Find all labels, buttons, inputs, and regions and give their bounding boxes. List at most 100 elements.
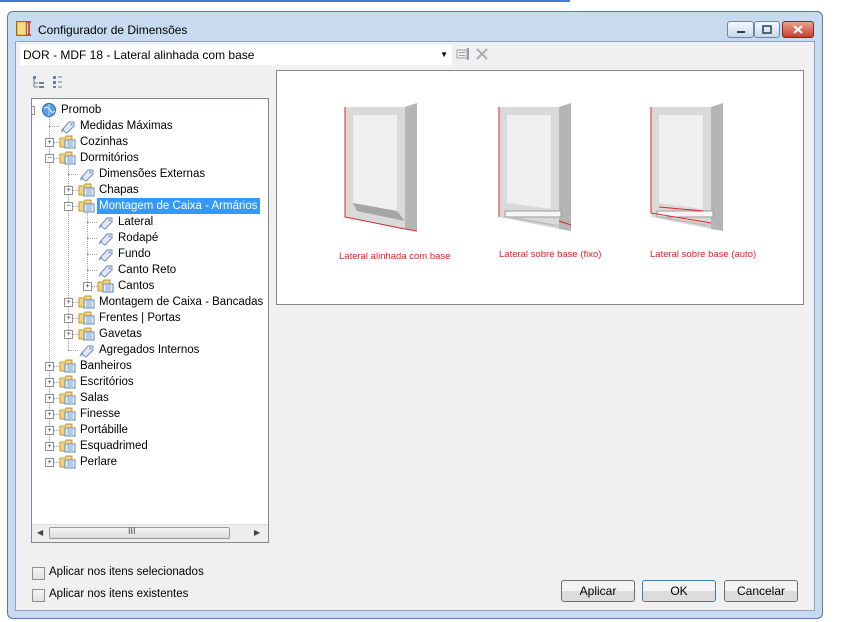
cabinet-image-aligned: [344, 103, 418, 232]
tree-connector: [87, 254, 97, 255]
scroll-left-icon[interactable]: ◀: [37, 528, 43, 537]
maximize-icon: [762, 25, 772, 34]
tree-item-dormitorios[interactable]: − Dormitórios: [32, 150, 268, 166]
tree-item-label: Esquadrimed: [80, 440, 148, 452]
tree-item-label: Fundo: [118, 248, 151, 260]
tree-item-montagem-de-caixa-bancadas[interactable]: + Montagem de Caixa - Bancadas: [32, 294, 268, 310]
tree-item-perlare[interactable]: + Perlare: [32, 454, 268, 470]
title-bar[interactable]: Configurador de Dimensões: [8, 12, 822, 42]
tree-item-esquadrimed[interactable]: + Esquadrimed: [32, 438, 268, 454]
category-tree[interactable]: ◀ III ▶ − Promob Medidas Máximas + Cozinhas −…: [31, 98, 269, 543]
chevron-down-icon[interactable]: ▼: [440, 50, 448, 59]
tree-item-medidas-maximas[interactable]: Medidas Máximas: [32, 118, 268, 134]
tree-connector: [87, 222, 97, 223]
tree-item-label: Portábille: [80, 424, 128, 436]
tree-item-fundo[interactable]: Fundo: [32, 246, 268, 262]
tree-item-promob[interactable]: − Promob: [32, 102, 268, 118]
tree-item-chapas[interactable]: + Chapas: [32, 182, 268, 198]
caption-on-base-fixed: Lateral sobre base (fixo): [499, 249, 602, 260]
tree-item-cozinhas[interactable]: + Cozinhas: [32, 134, 268, 150]
tree-item-rodape[interactable]: Rodapé: [32, 230, 268, 246]
collapse-all-icon[interactable]: [52, 75, 64, 89]
expand-all-icon[interactable]: [32, 75, 46, 89]
background-highlight-line: [0, 0, 570, 2]
folder-icon: [59, 407, 76, 421]
horizontal-scrollbar[interactable]: ◀ III ▶: [32, 524, 268, 542]
properties-icon[interactable]: [456, 47, 470, 61]
folder-icon: [78, 311, 95, 325]
collapse-icon[interactable]: −: [45, 154, 54, 163]
tree-item-lateral[interactable]: Lateral: [32, 214, 268, 230]
tree-item-gavetas[interactable]: + Gavetas: [32, 326, 268, 342]
tree-item-escritorios[interactable]: + Escritórios: [32, 374, 268, 390]
apply-selected-checkbox[interactable]: [32, 567, 45, 580]
tree-item-cantos[interactable]: + Cantos: [32, 278, 268, 294]
tag-icon: [79, 169, 94, 182]
expand-icon[interactable]: +: [64, 314, 73, 323]
tree-item-canto-reto[interactable]: Canto Reto: [32, 262, 268, 278]
tree-item-label: Rodapé: [118, 232, 159, 244]
folder-icon: [78, 183, 95, 197]
combo-value: DOR - MDF 18 - Lateral alinhada com base: [23, 48, 255, 62]
caption-on-base-auto: Lateral sobre base (auto): [650, 249, 757, 260]
apply-selected-label: Aplicar nos itens selecionados: [49, 566, 204, 578]
ok-button[interactable]: OK: [642, 580, 716, 602]
apply-button[interactable]: Aplicar: [561, 580, 635, 602]
tree-item-frentes-portas[interactable]: + Frentes | Portas: [32, 310, 268, 326]
tree-item-label: Gavetas: [99, 328, 142, 340]
cancel-button[interactable]: Cancelar: [724, 580, 798, 602]
tree-item-label: Agregados Internos: [99, 344, 200, 356]
maximize-button[interactable]: [754, 21, 780, 38]
tree-item-label: Dormitórios: [80, 152, 139, 164]
tree-connector: [87, 270, 97, 271]
expand-icon[interactable]: +: [45, 410, 54, 419]
expand-icon[interactable]: +: [45, 426, 54, 435]
tag-icon: [98, 265, 113, 278]
tree-item-salas[interactable]: + Salas: [32, 390, 268, 406]
expand-icon[interactable]: +: [45, 138, 54, 147]
tree-item-finesse[interactable]: + Finesse: [32, 406, 268, 422]
window-title: Configurador de Dimensões: [38, 23, 188, 37]
scrollbar-thumb[interactable]: III: [49, 526, 230, 539]
expand-icon[interactable]: +: [64, 330, 73, 339]
minimize-button[interactable]: [727, 21, 754, 38]
tree-item-montagem-de-caixa-armarios[interactable]: − Montagem de Caixa - Armários: [32, 198, 268, 214]
folder-icon: [78, 199, 95, 213]
expand-icon[interactable]: +: [45, 458, 54, 467]
expand-icon[interactable]: +: [64, 298, 73, 307]
apply-existing-label: Aplicar nos itens existentes: [49, 588, 189, 600]
expand-icon[interactable]: +: [45, 442, 54, 451]
scroll-right-icon[interactable]: ▶: [254, 528, 260, 537]
tree-item-agregados-internos[interactable]: Agregados Internos: [32, 342, 268, 358]
cabinet-image-auto-base: [650, 103, 723, 231]
apply-existing-checkbox[interactable]: [32, 589, 45, 602]
tree-item-dimensoes-externas[interactable]: Dimensões Externas: [32, 166, 268, 182]
tag-icon: [98, 233, 113, 246]
collapse-icon[interactable]: −: [64, 202, 73, 211]
tree-item-portabille[interactable]: + Portábille: [32, 422, 268, 438]
configuration-combobox[interactable]: DOR - MDF 18 - Lateral alinhada com base…: [20, 45, 452, 65]
tree-item-label: Chapas: [99, 184, 139, 196]
tree-item-label: Banheiros: [80, 360, 132, 372]
folder-icon: [59, 135, 76, 149]
expand-icon[interactable]: +: [45, 362, 54, 371]
tree-connector: [68, 174, 78, 175]
tree-item-banheiros[interactable]: + Banheiros: [32, 358, 268, 374]
expand-icon[interactable]: +: [83, 282, 92, 291]
tree-connector: [49, 126, 59, 127]
delete-icon[interactable]: [475, 47, 489, 61]
folder-icon: [59, 423, 76, 437]
expand-icon[interactable]: +: [45, 394, 54, 403]
expand-icon[interactable]: +: [64, 186, 73, 195]
close-button[interactable]: [782, 21, 814, 38]
folder-icon: [97, 279, 114, 293]
preview-panel: Lateral alinhada com base Lateral sobre …: [276, 70, 804, 305]
dimension-configurator-window: Configurador de Dimensões DOR - MDF 18 -…: [7, 11, 823, 619]
collapse-icon[interactable]: −: [32, 106, 35, 115]
caption-aligned-with-base: Lateral alinhada com base: [339, 251, 451, 262]
expand-icon[interactable]: +: [45, 378, 54, 387]
cabinet-image-fixed-base: [498, 103, 572, 231]
folder-icon: [59, 375, 76, 389]
folder-icon: [59, 151, 76, 165]
tree-item-label: Promob: [61, 104, 102, 116]
